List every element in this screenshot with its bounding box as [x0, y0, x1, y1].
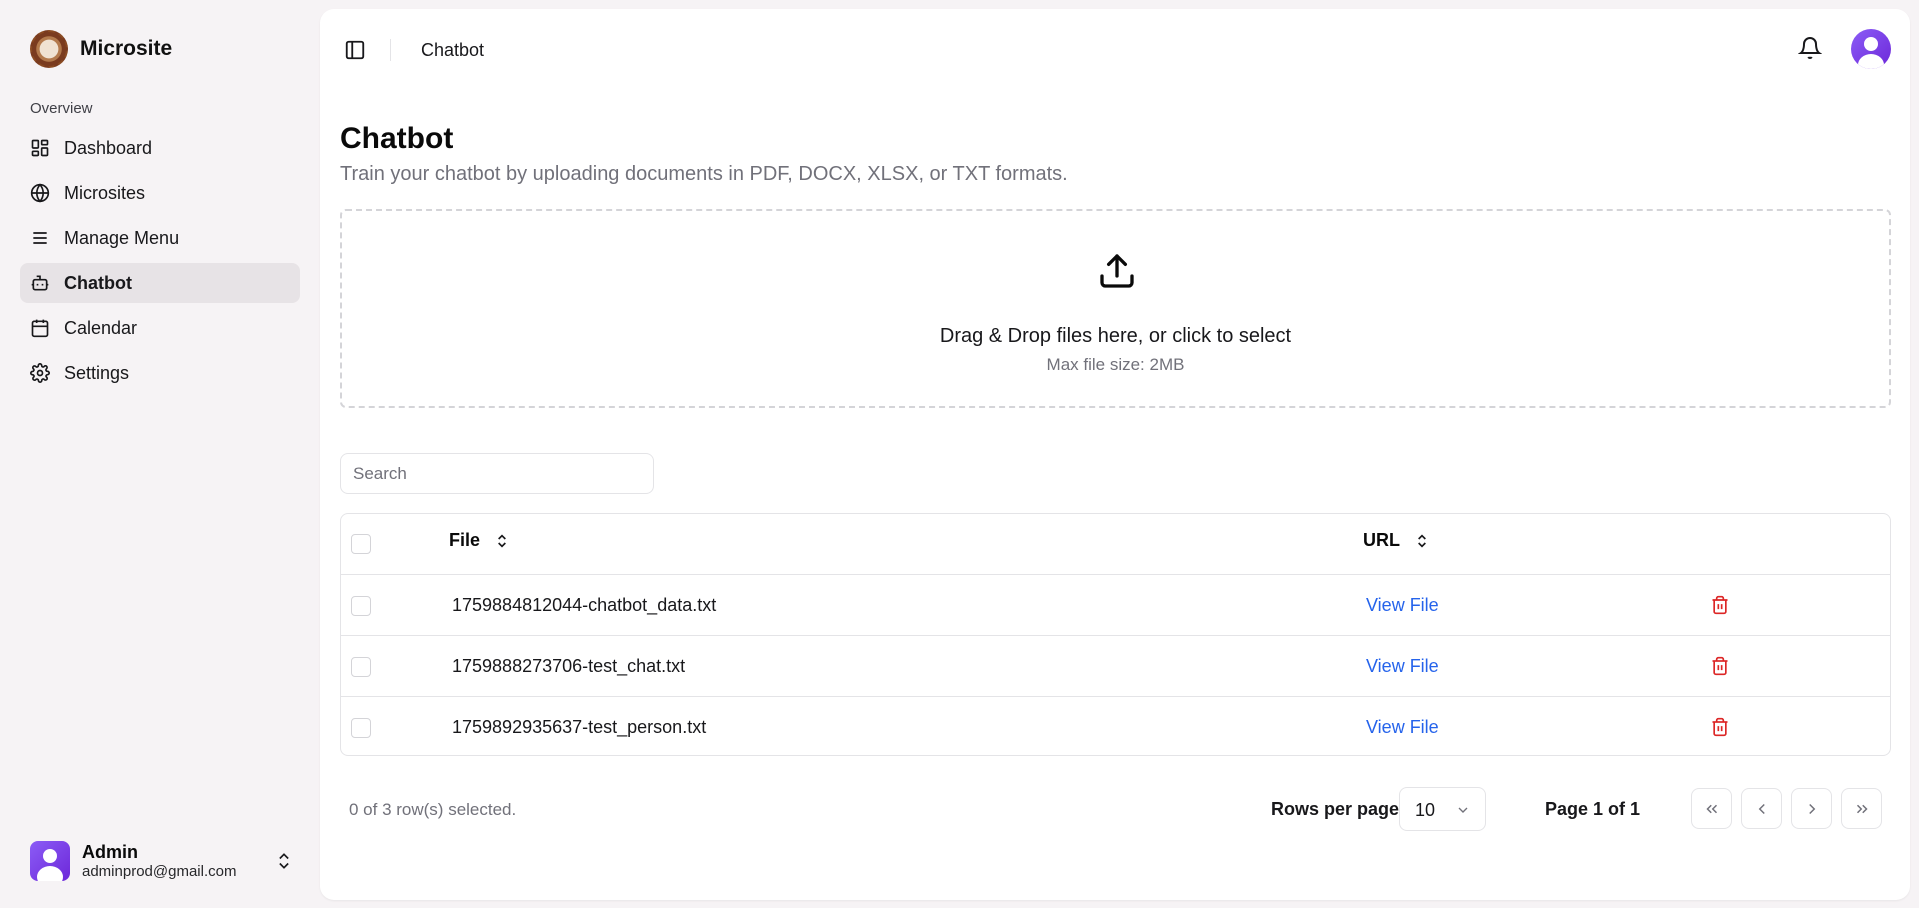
sidebar-item-calendar[interactable]: Calendar: [20, 308, 300, 348]
sidebar-toggle-icon[interactable]: [344, 39, 366, 61]
column-label: URL: [1363, 530, 1400, 550]
table-row: 1759884812044-chatbot_data.txt View File: [341, 575, 1890, 636]
main-panel: Chatbot Chatbot Train your chatbot by up…: [320, 9, 1910, 900]
chevrons-left-icon: [1705, 804, 1717, 813]
chevron-left-icon: [1758, 803, 1765, 814]
sort-icon: [1418, 533, 1426, 548]
breadcrumb: Chatbot: [421, 40, 485, 60]
bot-icon: [31, 275, 49, 291]
next-page-button[interactable]: [1791, 788, 1832, 829]
avatar: [30, 841, 70, 881]
trash-icon[interactable]: [1710, 716, 1730, 738]
section-label: Overview: [30, 100, 93, 117]
sidebar-item-label: Microsites: [64, 182, 146, 203]
sort-icon: [498, 533, 506, 548]
last-page-button[interactable]: [1841, 788, 1882, 829]
previous-page-button[interactable]: [1741, 788, 1782, 829]
table-row: 1759892935637-test_person.txt View File: [341, 697, 1890, 755]
sidebar-item-settings[interactable]: Settings: [20, 353, 300, 393]
file-dropzone[interactable]: Drag & Drop files here, or click to sele…: [340, 209, 1891, 408]
row-checkbox[interactable]: [351, 718, 371, 738]
chevrons-up-down-icon[interactable]: [274, 850, 294, 872]
select-all-checkbox[interactable]: [351, 534, 371, 554]
sidebar-item-dashboard[interactable]: Dashboard: [20, 128, 300, 168]
page-info: Page 1 of 1: [1545, 799, 1641, 819]
dropzone-hint: Max file size: 2MB: [1046, 355, 1185, 374]
brand[interactable]: Microsite: [30, 30, 172, 68]
first-page-button[interactable]: [1691, 788, 1732, 829]
sidebar: Microsite Overview Dashboard Microsites …: [0, 0, 318, 908]
dashboard-icon: [31, 139, 49, 157]
view-file-link[interactable]: View File: [1366, 595, 1439, 616]
files-table: File URL 1759884812044-chatbot_data.txt …: [340, 513, 1891, 756]
table-row: 1759888273706-test_chat.txt View File: [341, 636, 1890, 697]
page-title: Chatbot: [340, 122, 454, 155]
chevron-down-icon: [1458, 807, 1468, 813]
file-name: 1759892935637-test_person.txt: [452, 717, 707, 737]
sidebar-item-label: Calendar: [64, 317, 138, 338]
calendar-icon: [31, 319, 49, 338]
trash-icon[interactable]: [1710, 594, 1730, 616]
rows-per-page-value: 10: [1415, 800, 1436, 820]
file-name: 1759884812044-chatbot_data.txt: [452, 595, 717, 615]
logo: [30, 30, 68, 68]
rows-per-page-select[interactable]: 10: [1399, 787, 1486, 831]
sidebar-item-label: Chatbot: [64, 272, 132, 293]
trash-icon[interactable]: [1710, 655, 1730, 677]
user-email: adminprod@gmail.com: [82, 862, 237, 880]
divider: [390, 39, 391, 61]
rows-per-page-label: Rows per page: [1271, 799, 1400, 819]
file-name: 1759888273706-test_chat.txt: [452, 656, 686, 676]
row-checkbox[interactable]: [351, 596, 371, 616]
bell-icon[interactable]: [1798, 36, 1822, 60]
chevrons-right-icon: [1856, 804, 1868, 813]
column-label: File: [449, 530, 481, 550]
column-header-file[interactable]: File: [449, 530, 510, 551]
avatar[interactable]: [1851, 29, 1891, 69]
sidebar-item-label: Dashboard: [64, 137, 153, 158]
menu-icon: [33, 232, 47, 244]
user-info: Admin adminprod@gmail.com: [82, 842, 236, 880]
user-menu[interactable]: Admin adminprod@gmail.com: [30, 838, 300, 884]
gear-icon: [30, 363, 50, 383]
sidebar-item-label: Settings: [64, 362, 130, 383]
column-header-url[interactable]: URL: [1363, 530, 1430, 551]
search-input[interactable]: [340, 453, 654, 494]
sidebar-item-manage-menu[interactable]: Manage Menu: [20, 218, 300, 258]
sidebar-item-chatbot[interactable]: Chatbot: [20, 263, 300, 303]
sidebar-item-microsites[interactable]: Microsites: [20, 173, 300, 213]
row-checkbox[interactable]: [351, 657, 371, 677]
topbar: Chatbot: [320, 9, 1910, 91]
globe-icon: [30, 183, 50, 203]
app-name: Microsite: [80, 37, 173, 60]
sidebar-nav: Dashboard Microsites Manage Menu Chatbot…: [20, 128, 300, 398]
chevron-right-icon: [1808, 803, 1815, 814]
page-subtitle: Train your chatbot by uploading document…: [340, 163, 1068, 185]
upload-icon: [1100, 254, 1134, 288]
user-name: Admin: [82, 842, 138, 863]
view-file-link[interactable]: View File: [1366, 717, 1439, 738]
table-header: File URL: [341, 514, 1890, 575]
sidebar-item-label: Manage Menu: [64, 227, 180, 248]
view-file-link[interactable]: View File: [1366, 656, 1439, 677]
selection-count: 0 of 3 row(s) selected.: [349, 800, 517, 819]
dropzone-text: Drag & Drop files here, or click to sele…: [939, 325, 1292, 347]
